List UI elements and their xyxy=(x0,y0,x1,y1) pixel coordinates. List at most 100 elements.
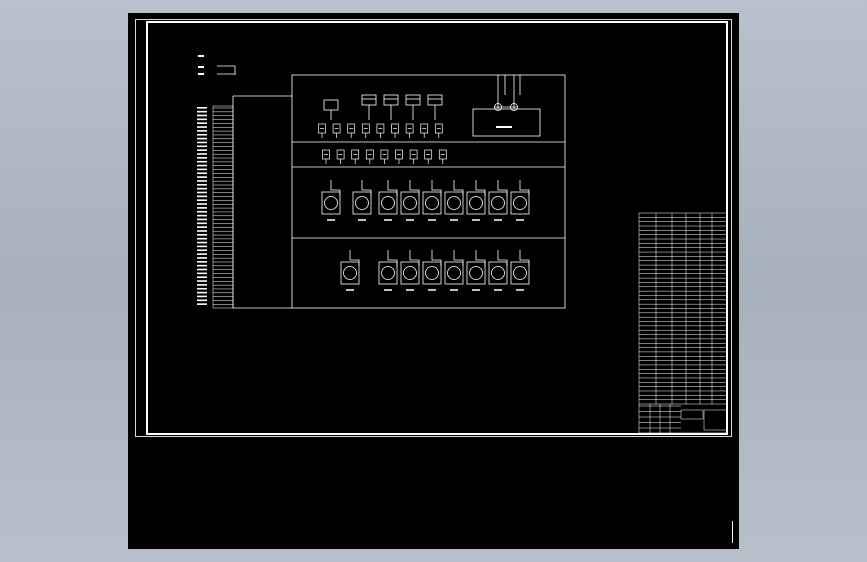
terminal-label-mark xyxy=(197,272,207,275)
terminal-label-mark xyxy=(197,153,207,155)
module-feed xyxy=(453,180,464,196)
terminal-label-mark xyxy=(197,191,207,194)
terminal-label-mark xyxy=(197,207,207,209)
feeder-bracket xyxy=(232,95,292,309)
terminal-label-mark xyxy=(197,230,207,232)
terminal-label-mark xyxy=(197,172,207,175)
terminal-label-mark xyxy=(197,261,207,263)
module-feed xyxy=(453,250,464,266)
terminal-label-mark xyxy=(197,245,207,248)
terminal-label-mark xyxy=(197,107,207,109)
module-motor xyxy=(381,196,395,210)
breaker-symbol xyxy=(405,94,421,106)
module-feed xyxy=(475,180,486,196)
terminal-label-mark xyxy=(197,168,207,171)
module-feed xyxy=(330,180,341,196)
terminal-label-mark xyxy=(197,110,207,113)
terminal-label-mark xyxy=(197,226,207,228)
module-feed xyxy=(361,180,372,196)
terminal-label-mark xyxy=(197,157,207,159)
terminal-label-mark xyxy=(197,299,207,302)
terminal-label-mark xyxy=(197,133,207,136)
terminal-label-mark xyxy=(197,141,207,144)
terminal-label-mark xyxy=(197,295,207,298)
module-motor xyxy=(425,196,439,210)
terminal-label-mark xyxy=(197,160,207,163)
terminal-label-mark xyxy=(197,145,207,148)
module-motor xyxy=(447,266,461,280)
module-motor xyxy=(447,196,461,210)
terminal-label-mark xyxy=(197,241,207,244)
module-feed xyxy=(409,180,420,196)
terminal-label-mark xyxy=(197,214,207,217)
terminal-label-mark xyxy=(197,257,207,259)
schematic-drawing xyxy=(197,55,728,434)
module-feed xyxy=(497,250,508,266)
terminal-label-mark xyxy=(197,222,207,225)
terminal-label-mark xyxy=(197,195,207,198)
module-motor xyxy=(355,196,369,210)
terminal-label-mark xyxy=(197,118,207,121)
module-feed xyxy=(519,250,530,266)
title-block-logo-cell xyxy=(703,409,728,431)
module-feed xyxy=(519,180,530,196)
module-motor xyxy=(381,266,395,280)
terminal-label-mark xyxy=(197,184,207,186)
terminal-label-mark xyxy=(197,237,207,240)
terminal-label-mark xyxy=(197,199,207,201)
terminal-label-mark xyxy=(197,210,207,213)
terminal-label-mark xyxy=(197,176,207,178)
module-motor xyxy=(403,266,417,280)
module-feed xyxy=(349,250,360,266)
terminal-label-mark xyxy=(197,284,207,286)
module-motor xyxy=(491,196,505,210)
module-feed xyxy=(431,180,442,196)
breaker-symbol xyxy=(427,94,443,106)
terminal-label-mark xyxy=(197,203,207,205)
terminal-label-mark xyxy=(197,291,207,294)
terminal-strip xyxy=(212,105,234,309)
module-motor xyxy=(513,266,527,280)
terminal-label-mark xyxy=(197,187,207,190)
module-feed xyxy=(431,250,442,266)
terminal-label-mark xyxy=(197,180,207,182)
terminal-label-mark xyxy=(197,253,207,255)
supply-label-mark xyxy=(198,55,204,57)
module-motor xyxy=(403,196,417,210)
terminal-label-mark xyxy=(197,280,207,282)
supply-label-mark xyxy=(198,66,204,68)
terminal-label-mark xyxy=(197,303,207,305)
terminal-label-mark xyxy=(197,149,207,151)
module-motor xyxy=(324,196,338,210)
module-feed xyxy=(475,250,486,266)
terminal-label-mark xyxy=(197,276,207,278)
supply-lines xyxy=(217,65,236,75)
title-block xyxy=(638,212,728,434)
module-feed xyxy=(387,180,398,196)
terminal-label-mark xyxy=(197,126,207,128)
terminal-label-mark xyxy=(197,249,207,252)
module-motor xyxy=(491,266,505,280)
supply-label-mark xyxy=(198,73,204,75)
controller-feed xyxy=(497,75,521,109)
terminal-label-mark xyxy=(197,130,207,132)
terminal-label-mark xyxy=(197,218,207,221)
breaker-symbol xyxy=(361,94,377,106)
module-motor xyxy=(343,266,357,280)
terminal-label-mark xyxy=(197,137,207,140)
title-block-name-cell xyxy=(680,409,704,420)
module-feed xyxy=(409,250,420,266)
module-feed xyxy=(387,250,398,266)
module-motor xyxy=(425,266,439,280)
terminal-label-mark xyxy=(197,122,207,124)
module-feed xyxy=(497,180,508,196)
terminal-label-mark xyxy=(197,114,207,117)
terminal-label-mark xyxy=(197,164,207,167)
terminal-label-mark xyxy=(197,234,207,236)
command-cursor xyxy=(732,521,733,543)
breaker-symbol xyxy=(383,94,399,106)
terminal-label-mark xyxy=(197,268,207,271)
module-motor xyxy=(469,266,483,280)
terminal-label-mark xyxy=(197,287,207,290)
module-motor xyxy=(469,196,483,210)
